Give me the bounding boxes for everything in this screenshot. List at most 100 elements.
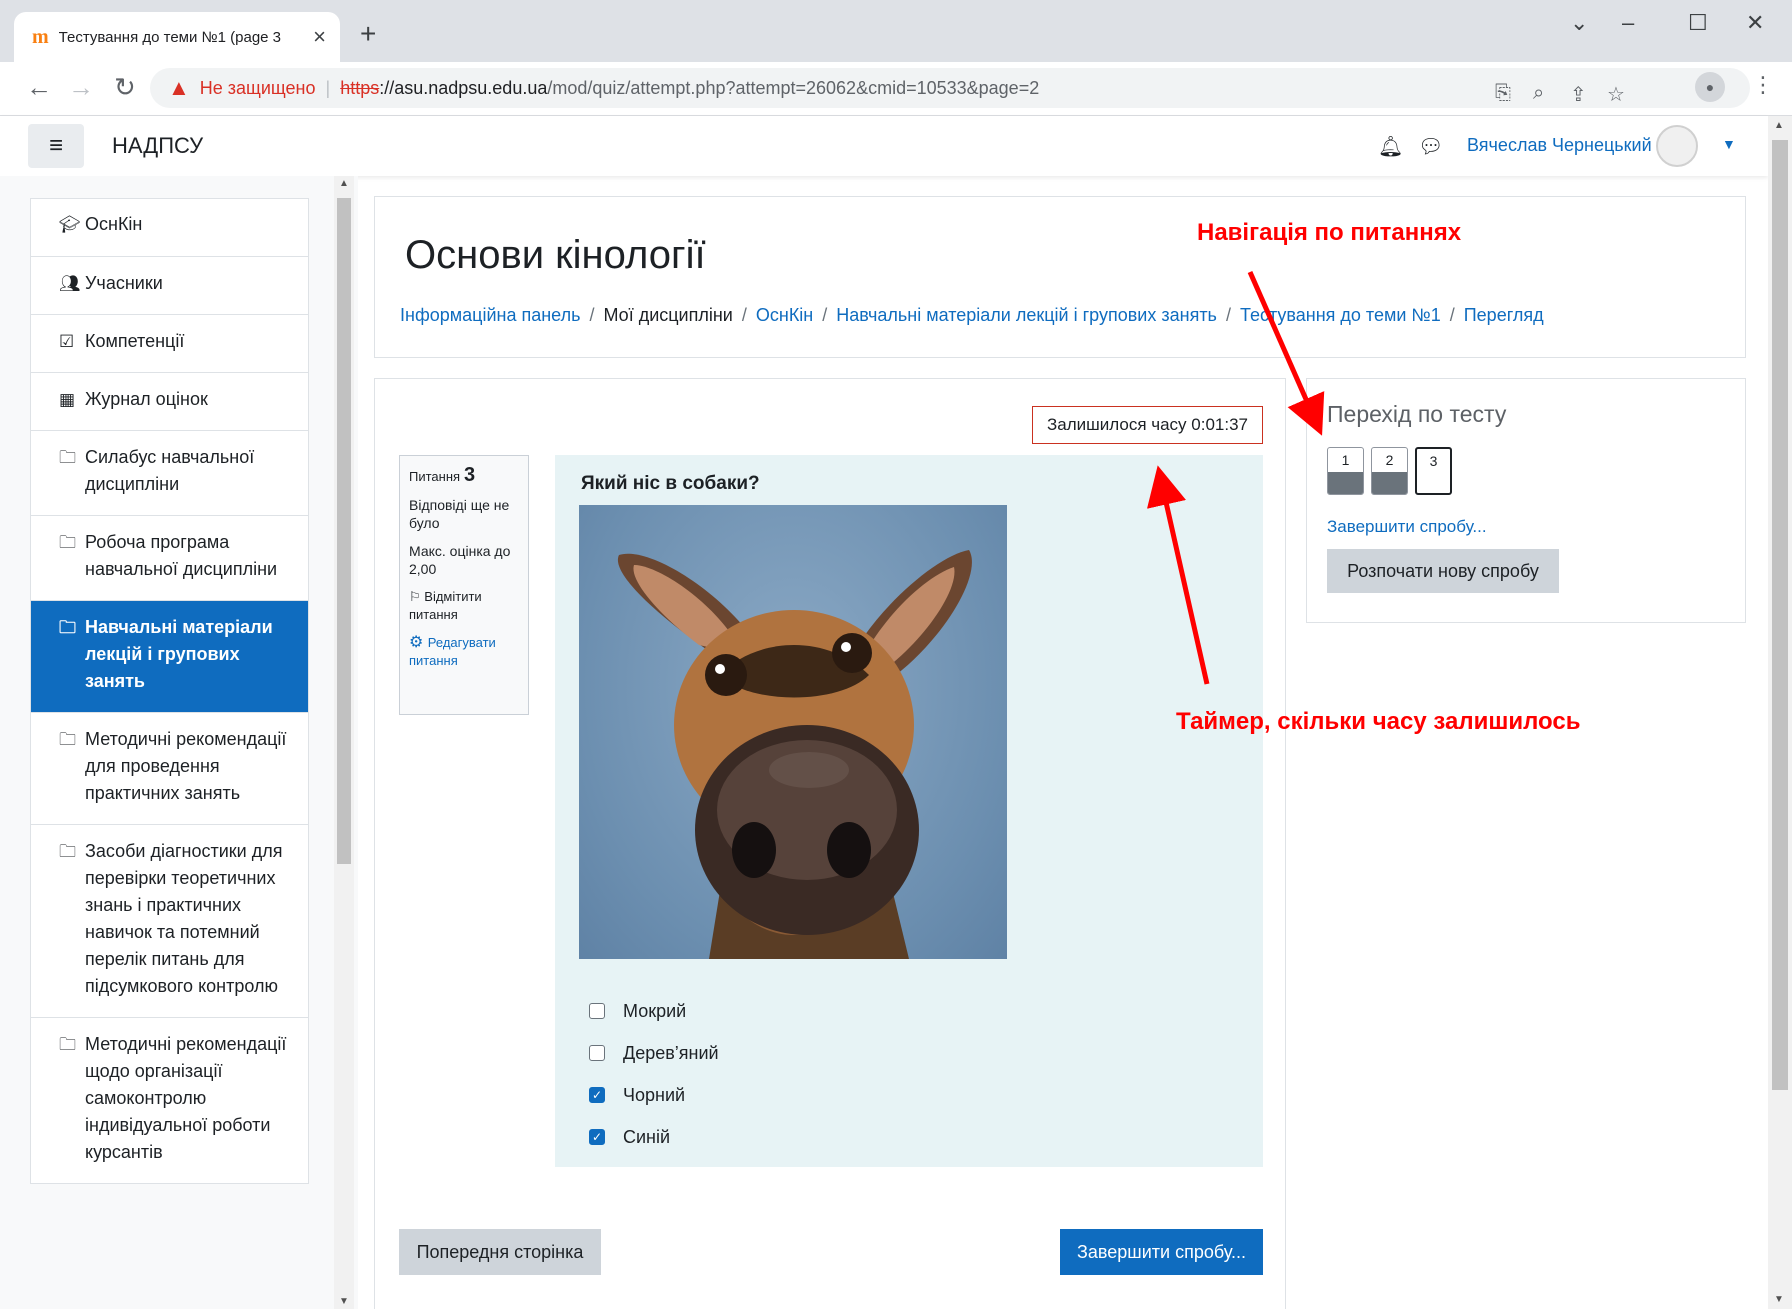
page-scrollbar-thumb[interactable] (1772, 140, 1788, 1090)
page-header: Основи кінології Інформаційна панель / Мої… (374, 196, 1746, 358)
sidebar-item-work-program[interactable]: 🗀 Робоча програма навчальної дисципліни (31, 516, 308, 601)
messages-icon[interactable]: 💬︎ (1418, 134, 1443, 159)
quiz-timer: Залишилося часу 0:01:37 (1032, 406, 1263, 444)
flag-icon: ⚐ (409, 589, 425, 604)
answer-label[interactable]: Дерев’яний (623, 1043, 719, 1064)
previous-page-button[interactable]: Попередня сторінка (399, 1229, 601, 1275)
breadcrumb-separator: / (1225, 305, 1231, 325)
sidebar-item-label: Навчальні матеріали лекцій і групових за… (85, 617, 273, 691)
breadcrumb-quiz[interactable]: Тестування до теми №1 (1240, 305, 1441, 325)
page-scrollbar[interactable]: ▲ ▼ (1768, 116, 1792, 1309)
edit-question-link[interactable]: ⚙ Редагувати питання (409, 634, 519, 670)
bookmark-star-icon[interactable]: ☆ (1607, 82, 1625, 107)
sidebar-item-diagnostics[interactable]: 🗀 Засоби діагностики для перевірки теоре… (31, 825, 308, 1018)
folder-icon: 🗀 (59, 533, 76, 552)
breadcrumb-section[interactable]: Навчальні матеріали лекцій і групових за… (836, 305, 1217, 325)
zoom-icon[interactable]: ⌕ (1533, 82, 1544, 105)
sidebar-item-syllabus[interactable]: 🗀 Силабус навчальної дисципліни (31, 431, 308, 516)
question-nav-number: 2 (1385, 452, 1394, 468)
user-name[interactable]: Вячеслав Чернецький (1467, 135, 1652, 156)
drawer-scrollbar-thumb[interactable] (337, 198, 351, 864)
user-menu-caret-icon[interactable]: ▼ (1722, 136, 1736, 152)
not-secure-label[interactable]: Не защищено (200, 78, 316, 99)
quiz-nav-question-3[interactable]: 3 (1415, 447, 1452, 495)
answer-option[interactable]: Мокрий (589, 990, 719, 1032)
annotation-timer-label: Таймер, скільки часу залишилось (1176, 708, 1581, 735)
browser-tab-bar: m Тестування до теми №1 (page 3 × + ⌄ – … (0, 0, 1792, 62)
translate-icon[interactable]: ⎘ (1495, 82, 1511, 105)
sidebar-item-grades[interactable]: ▦ Журнал оцінок (31, 373, 308, 431)
answer-checkbox[interactable] (589, 1045, 605, 1061)
quiz-navigation-block: Перехід по тесту 1 2 3 Завершити спробу.… (1306, 378, 1746, 623)
menu-toggle-icon[interactable]: ≡ (28, 124, 84, 168)
breadcrumb: Інформаційна панель / Мої дисципліни / ОснКі… (400, 305, 1544, 326)
drawer-scrollbar[interactable]: ▲ ▼ (334, 176, 354, 1309)
breadcrumb-preview[interactable]: Перегляд (1464, 305, 1544, 325)
breadcrumb-dashboard[interactable]: Інформаційна панель (400, 305, 580, 325)
answer-option[interactable]: Дерев’яний (589, 1032, 719, 1074)
breadcrumb-course[interactable]: ОснКін (756, 305, 813, 325)
site-name[interactable]: НАДПСУ (112, 133, 203, 159)
breadcrumb-my-courses: Мої дисципліни (603, 305, 733, 325)
flag-question-link[interactable]: ⚐ Відмітити питання (409, 588, 519, 624)
notifications-bell-icon[interactable]: 🔔︎ (1378, 134, 1403, 159)
sidebar-item-lecture-materials[interactable]: 🗀 Навчальні матеріали лекцій і групових … (31, 601, 308, 713)
folder-icon: 🗀 (59, 448, 76, 467)
folder-icon: 🗀 (59, 842, 76, 861)
address-bar[interactable]: ▲ Не защищено | https://asu.nadpsu.edu.u… (150, 68, 1750, 108)
breadcrumb-separator: / (589, 305, 595, 325)
browser-tab[interactable]: m Тестування до теми №1 (page 3 × (14, 12, 340, 62)
maximize-icon[interactable]: ☐ (1688, 10, 1708, 36)
question-status: Відповіді ще не було (409, 497, 510, 531)
answer-checkbox[interactable]: ✓ (589, 1129, 605, 1145)
answer-label[interactable]: Синій (623, 1127, 670, 1148)
scroll-down-icon[interactable]: ▼ (339, 1296, 349, 1307)
question-info: Питання 3 Відповіді ще не було Макс. оці… (399, 455, 529, 715)
chevron-down-icon[interactable]: ⌄ (1570, 10, 1588, 36)
sidebar-item-methodical-practical[interactable]: 🗀 Методичні рекомендації для проведення … (31, 713, 308, 825)
question-number-label: Питання (409, 469, 461, 484)
dog-illustration (617, 550, 972, 959)
answer-label[interactable]: Чорний (623, 1085, 685, 1106)
browser-profile-icon[interactable]: ● (1695, 72, 1725, 102)
finish-attempt-link[interactable]: Завершити спробу... (1327, 517, 1487, 537)
forward-icon[interactable]: → (68, 72, 94, 103)
page-title: Основи кінології (405, 233, 706, 277)
browser-menu-icon[interactable]: ⋮ (1752, 72, 1774, 98)
avatar[interactable] (1656, 125, 1698, 167)
scroll-up-icon[interactable]: ▲ (339, 178, 349, 189)
sidebar-item-course[interactable]: 🎓︎ ОснКін (31, 199, 308, 257)
share-icon[interactable]: ⇪ (1570, 82, 1587, 107)
new-tab-icon[interactable]: + (360, 18, 376, 50)
answer-option[interactable]: ✓ Чорний (589, 1074, 719, 1116)
answer-checkbox[interactable] (589, 1003, 605, 1019)
quiz-nav-question-1[interactable]: 1 (1327, 447, 1364, 495)
warning-icon[interactable]: ▲ (168, 75, 190, 101)
sidebar-item-self-control[interactable]: 🗀 Методичні рекомендації щодо організаці… (31, 1018, 308, 1183)
answered-indicator (1328, 472, 1363, 494)
finish-attempt-button[interactable]: Завершити спробу... (1060, 1229, 1263, 1275)
sidebar-item-participants[interactable]: 👥︎ Учасники (31, 257, 308, 315)
close-tab-icon[interactable]: × (313, 24, 326, 50)
minimize-icon[interactable]: – (1622, 10, 1634, 36)
breadcrumb-separator: / (741, 305, 747, 325)
answer-label[interactable]: Мокрий (623, 1001, 686, 1022)
answered-indicator (1372, 472, 1407, 494)
reload-icon[interactable]: ↻ (114, 72, 136, 103)
quiz-nav-question-2[interactable]: 2 (1371, 447, 1408, 495)
table-icon: ▦ (59, 390, 76, 409)
question-max-grade: Макс. оцінка до 2,00 (409, 543, 511, 577)
scroll-up-icon[interactable]: ▲ (1774, 120, 1784, 131)
window-close-icon[interactable]: ✕ (1746, 10, 1764, 36)
start-new-attempt-button[interactable]: Розпочати нову спробу (1327, 549, 1559, 593)
sidebar-item-label: Робоча програма навчальної дисципліни (85, 532, 278, 579)
scroll-down-icon[interactable]: ▼ (1774, 1294, 1784, 1305)
answer-option[interactable]: ✓ Синій (589, 1116, 719, 1158)
url-host: ://asu.nadpsu.edu.ua (379, 77, 548, 98)
tab-title: Тестування до теми №1 (page 3 (58, 28, 282, 46)
answer-checkbox[interactable]: ✓ (589, 1087, 605, 1103)
folder-icon: 🗀 (59, 1035, 76, 1054)
sidebar-item-competencies[interactable]: ☑ Компетенції (31, 315, 308, 373)
moodle-favicon-icon: m (32, 25, 49, 48)
back-icon[interactable]: ← (26, 72, 52, 103)
